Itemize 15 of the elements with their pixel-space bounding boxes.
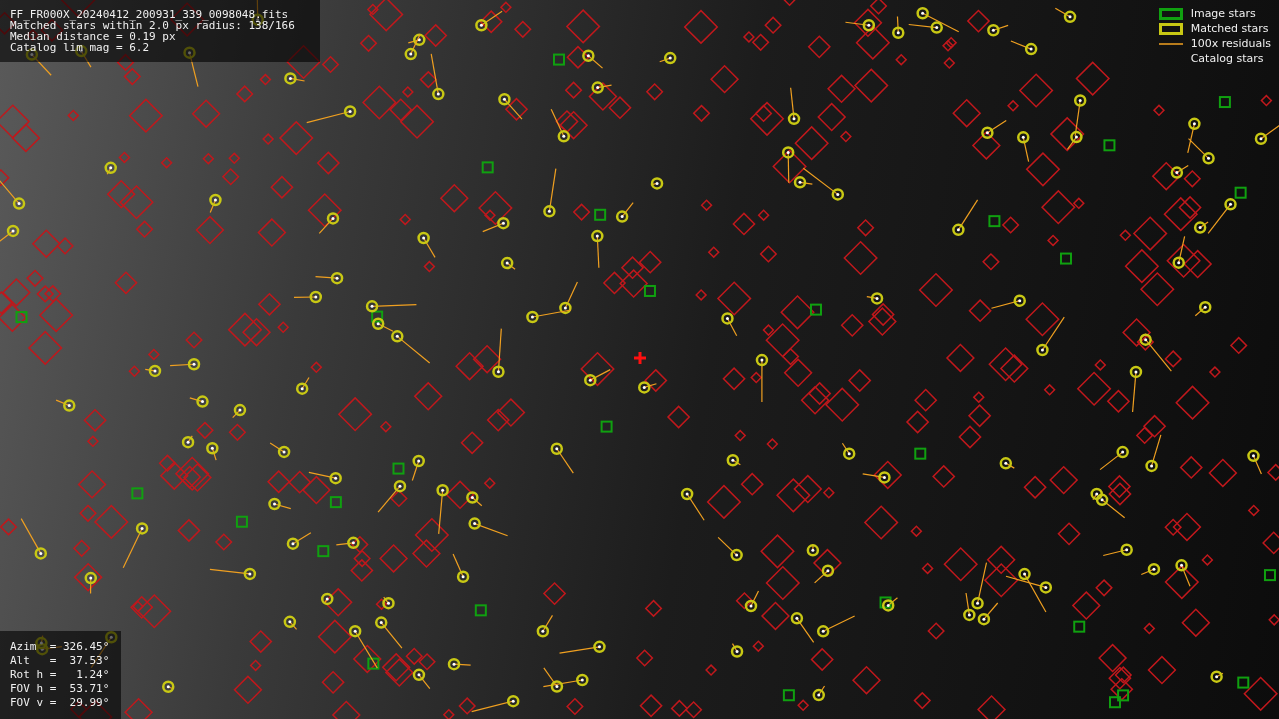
legend-label: Image stars	[1190, 7, 1256, 20]
legend-label: Catalog stars	[1190, 52, 1264, 65]
info-text: Median distance = 0.19 px	[10, 31, 176, 42]
info-text: FOV v = 29.99°	[10, 696, 111, 710]
info-text: FOV h = 53.71°	[10, 682, 111, 696]
info-text: Matched stars within 2.0 px radius: 138/166	[10, 20, 296, 31]
matched-star-marker-icon	[1158, 22, 1183, 35]
info-text: Alt = 37.53°	[10, 654, 111, 668]
legend-label: Matched stars	[1190, 22, 1269, 35]
info-text: Rot h = 1.24°	[10, 668, 111, 682]
info-text: Azim = 326.45°	[10, 640, 111, 654]
image-star-marker-icon	[1158, 7, 1183, 20]
info-text: Catalog lim mag = 6.2	[10, 42, 151, 53]
legend-label: 100x residuals	[1190, 37, 1271, 50]
info-text: FF_FR000X_20240412_200931_339_0098048.fits	[10, 9, 290, 20]
